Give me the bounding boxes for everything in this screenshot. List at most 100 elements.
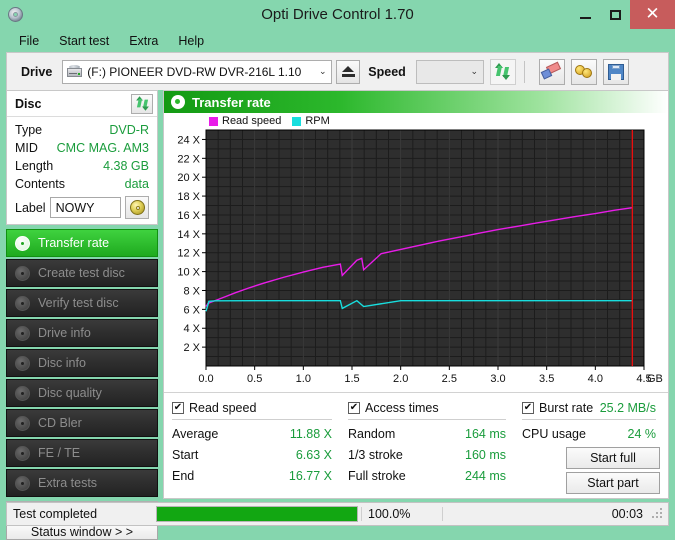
transfer-rate-icon <box>171 95 185 109</box>
burst-rate-checkbox[interactable]: ✔ <box>522 402 534 414</box>
stat-row-start: Start 6.63 X <box>172 444 348 465</box>
svg-text:22 X: 22 X <box>177 153 200 165</box>
drive-select-value: (F:) PIONEER DVD-RW DVR-216L 1.10 <box>87 65 314 79</box>
maximize-button[interactable] <box>600 0 630 29</box>
transfer-rate-icon <box>15 236 30 251</box>
disc-row-value: 4.38 GB <box>103 159 149 173</box>
main-body: Disc Type DVD-R MID CMC MAG. AM3 <box>0 90 675 499</box>
disc-refresh-button[interactable] <box>131 94 153 114</box>
sidebar-item-label: Disc quality <box>38 386 102 400</box>
legend-label-read-speed: Read speed <box>222 115 281 127</box>
save-icon <box>608 64 624 80</box>
svg-text:16 X: 16 X <box>177 210 200 222</box>
sidebar-item-label: FE / TE <box>38 446 80 460</box>
speed-select[interactable]: ⌄ <box>416 60 484 84</box>
transfer-rate-plot: 2 X4 X6 X8 X10 X12 X14 X16 X18 X20 X22 X… <box>164 113 668 392</box>
disc-label-input[interactable]: NOWY <box>50 197 121 218</box>
stat-row-third-stroke: 1/3 stroke 160 ms <box>348 444 522 465</box>
sidebar-nav: Transfer rate Create test disc Verify te… <box>6 229 158 519</box>
sidebar: Disc Type DVD-R MID CMC MAG. AM3 <box>6 90 158 499</box>
save-button[interactable] <box>603 59 629 85</box>
status-window-button[interactable]: Status window > > <box>6 524 158 540</box>
stat-value: 6.63 X <box>296 448 348 462</box>
menu-item-help[interactable]: Help <box>169 32 213 50</box>
sidebar-item-create-test-disc[interactable]: Create test disc <box>6 259 158 287</box>
stat-value: 11.88 X <box>290 427 348 441</box>
disc-row-mid: MID CMC MAG. AM3 <box>15 139 149 157</box>
sidebar-item-drive-info[interactable]: Drive info <box>6 319 158 347</box>
refresh-button[interactable] <box>490 59 516 85</box>
divider <box>348 419 506 420</box>
quality-button[interactable] <box>571 59 597 85</box>
sidebar-item-cd-bler[interactable]: CD Bler <box>6 409 158 437</box>
chart-header: Transfer rate <box>164 91 668 113</box>
svg-text:4 X: 4 X <box>183 323 200 335</box>
sidebar-item-verify-test-disc[interactable]: Verify test disc <box>6 289 158 317</box>
drive-select[interactable]: (F:) PIONEER DVD-RW DVR-216L 1.10 ⌄ <box>62 60 332 84</box>
stat-row-random: Random 164 ms <box>348 423 522 444</box>
stat-key: End <box>172 469 194 483</box>
svg-text:8 X: 8 X <box>183 285 200 297</box>
stat-key: Random <box>348 427 395 441</box>
disc-info-rows: Type DVD-R MID CMC MAG. AM3 Length 4.38 … <box>7 117 157 224</box>
chart-body: Read speed RPM 2 X4 X6 X8 X10 X12 X14 X1… <box>164 113 668 392</box>
chevron-down-icon: ⌄ <box>466 66 483 77</box>
progress-percent: 100.0% <box>361 507 442 521</box>
eject-button[interactable] <box>336 60 360 84</box>
sidebar-item-fe-te[interactable]: FE / TE <box>6 439 158 467</box>
sidebar-item-extra-tests[interactable]: Extra tests <box>6 469 158 497</box>
disc-row-value: DVD-R <box>109 123 149 137</box>
progress-bar <box>156 506 358 522</box>
disc-row-key: MID <box>15 141 38 155</box>
read-speed-checkbox[interactable]: ✔ <box>172 402 184 414</box>
svg-text:18 X: 18 X <box>177 191 200 203</box>
burst-rate-value: 25.2 MB/s <box>600 401 660 415</box>
maximize-icon <box>610 10 621 20</box>
stats-panel: ✔ Read speed Average 11.88 X Start 6.63 … <box>164 392 668 498</box>
drive-icon <box>67 65 82 78</box>
access-times-checkbox[interactable]: ✔ <box>348 402 360 414</box>
resize-grip[interactable] <box>651 507 665 521</box>
disc-quality-icon <box>15 386 30 401</box>
svg-text:12 X: 12 X <box>177 248 200 260</box>
svg-text:0.0: 0.0 <box>198 373 213 385</box>
svg-text:10 X: 10 X <box>177 267 200 279</box>
svg-text:1.0: 1.0 <box>296 373 311 385</box>
sidebar-item-disc-info[interactable]: Disc info <box>6 349 158 377</box>
minimize-icon <box>580 17 591 19</box>
minimize-button[interactable] <box>570 0 600 29</box>
stat-key: Average <box>172 427 218 441</box>
start-part-button[interactable]: Start part <box>566 472 660 494</box>
svg-text:1.5: 1.5 <box>344 373 359 385</box>
verify-test-disc-icon <box>15 296 30 311</box>
close-button[interactable]: ✕ <box>630 0 675 29</box>
chart-panel: Transfer rate Read speed RPM 2 X4 X6 X8 … <box>163 90 669 499</box>
app-window: Opti Drive Control 1.70 ✕ File Start tes… <box>0 0 675 531</box>
fe-te-icon <box>15 446 30 461</box>
disc-info-icon <box>15 356 30 371</box>
sidebar-item-transfer-rate[interactable]: Transfer rate <box>6 229 158 257</box>
toolbar-container: Drive (F:) PIONEER DVD-RW DVR-216L 1.10 … <box>0 52 675 90</box>
menu-item-file[interactable]: File <box>10 32 48 50</box>
disc-label-key: Label <box>15 201 46 215</box>
cd-icon <box>130 200 145 215</box>
sidebar-item-disc-quality[interactable]: Disc quality <box>6 379 158 407</box>
window-buttons: ✕ <box>570 0 675 29</box>
svg-text:4.0: 4.0 <box>588 373 603 385</box>
erase-button[interactable] <box>539 59 565 85</box>
disc-row-length: Length 4.38 GB <box>15 157 149 175</box>
svg-text:14 X: 14 X <box>177 229 200 241</box>
disc-detail-button[interactable] <box>125 196 149 219</box>
status-text: Test completed <box>7 507 153 521</box>
eraser-icon <box>542 63 561 80</box>
chevron-down-icon: ⌄ <box>314 66 331 77</box>
start-full-button[interactable]: Start full <box>566 447 660 469</box>
disc-row-key: Type <box>15 123 42 137</box>
divider <box>172 419 332 420</box>
cd-bler-icon <box>15 416 30 431</box>
burst-rate-title: Burst rate <box>539 401 593 415</box>
menu-item-start-test[interactable]: Start test <box>50 32 118 50</box>
menu-item-extra[interactable]: Extra <box>120 32 167 50</box>
svg-text:3.0: 3.0 <box>490 373 505 385</box>
stats-access-times: ✔ Access times Random 164 ms 1/3 stroke … <box>348 398 522 494</box>
